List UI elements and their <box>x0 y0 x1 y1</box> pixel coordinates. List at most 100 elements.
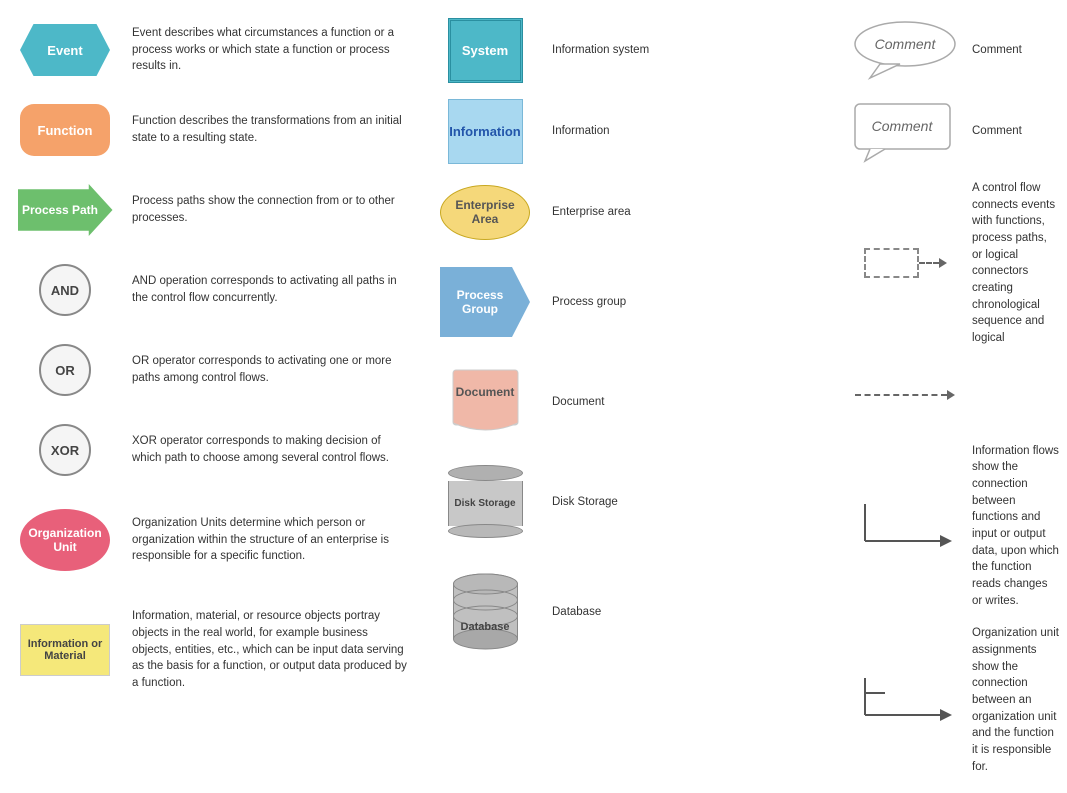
and-shape-container: AND <box>10 264 120 316</box>
column-2: System Information system Information In… <box>420 10 840 783</box>
function-shape: Function <box>20 104 110 156</box>
enterprise-area-shape: Enterprise Area <box>440 185 530 240</box>
legend-row-comment1: Comment Comment <box>840 10 1067 91</box>
disk-storage-shape-container: Disk Storage <box>430 465 540 540</box>
process-path-shape: Process Path <box>18 184 113 236</box>
info-material-shape-container: Information or Material <box>10 624 120 676</box>
legend-row-comment2: Comment Comment <box>840 91 1067 172</box>
process-path-shape-container: Process Path <box>10 184 120 236</box>
or-shape-container: OR <box>10 344 120 396</box>
org-unit-label: Organization Unit <box>24 526 106 554</box>
function-desc: Function describes the transformations f… <box>120 113 410 146</box>
org-flow-svg <box>855 673 955 728</box>
process-group-desc: Process group <box>540 294 830 311</box>
xor-shape: XOR <box>39 424 91 476</box>
document-label: Document <box>456 385 515 399</box>
xor-desc: XOR operator corresponds to making decis… <box>120 433 410 466</box>
database-svg <box>448 570 523 655</box>
info-flow-svg <box>855 499 955 554</box>
svg-text:Comment: Comment <box>872 118 934 134</box>
function-shape-container: Function <box>10 104 120 156</box>
document-svg <box>448 365 523 440</box>
comment1-shape-container: Comment <box>850 18 960 83</box>
information-shape: Information <box>448 99 523 164</box>
legend-container: Event Event describes what circumstances… <box>0 0 1067 793</box>
or-label: OR <box>55 363 75 378</box>
information-label: Information <box>449 124 521 139</box>
dashed-box <box>864 248 919 278</box>
process-path-desc: Process paths show the connection from o… <box>120 193 410 226</box>
legend-row-function: Function Function describes the transfor… <box>0 90 420 170</box>
or-desc: OR operator corresponds to activating on… <box>120 353 410 386</box>
database-desc: Database <box>540 604 830 621</box>
svg-text:Comment: Comment <box>875 36 937 52</box>
dashed-flow-line <box>855 394 947 396</box>
legend-row-or: OR OR operator corresponds to activating… <box>0 330 420 410</box>
org-unit-shape: Organization Unit <box>20 509 110 571</box>
legend-row-xor: XOR XOR operator corresponds to making d… <box>0 410 420 490</box>
legend-row-enterprise-area: Enterprise Area Enterprise area <box>420 172 840 252</box>
legend-row-org-flow: Organization unit assignments show the c… <box>840 617 1067 783</box>
legend-row-dashed-flow <box>840 355 1067 435</box>
system-shape-container: System <box>430 18 540 83</box>
and-desc: AND operation corresponds to activating … <box>120 273 410 306</box>
dashed-line-ext <box>919 262 939 264</box>
dashed-flow-arrowhead <box>947 390 955 400</box>
disk-storage-desc: Disk Storage <box>540 494 830 511</box>
column-1: Event Event describes what circumstances… <box>0 10 420 783</box>
process-group-shape: Process Group <box>440 267 530 337</box>
legend-row-info-flow: Information flows show the connection be… <box>840 435 1067 618</box>
legend-row-database: Database Database <box>420 552 840 672</box>
event-shape-container: Event <box>10 24 120 76</box>
org-unit-desc: Organization Units determine which perso… <box>120 515 410 565</box>
enterprise-area-shape-container: Enterprise Area <box>430 185 540 240</box>
enterprise-area-label: Enterprise Area <box>441 198 529 226</box>
legend-row-document: Document Document <box>420 352 840 452</box>
event-desc: Event describes what circumstances a fun… <box>120 25 410 75</box>
system-label: System <box>462 43 508 58</box>
dashed-flow-arrow <box>855 390 955 400</box>
process-group-shape-container: Process Group <box>430 267 540 337</box>
database-label: Database <box>448 621 523 633</box>
control-flow-box-arrow <box>864 248 947 278</box>
legend-row-process-group: Process Group Process group <box>420 252 840 352</box>
info-flow-arrowhead <box>940 535 952 547</box>
info-flow-shape-container <box>850 499 960 554</box>
org-flow-arrowhead <box>940 709 952 721</box>
enterprise-area-desc: Enterprise area <box>540 204 830 221</box>
info-material-label: Information or Material <box>21 638 109 662</box>
disk-storage-label: Disk Storage <box>454 498 515 509</box>
function-label: Function <box>38 123 93 138</box>
xor-label: XOR <box>51 443 79 458</box>
database-shape-container: Database <box>430 570 540 655</box>
org-flow-desc: Organization unit assignments show the c… <box>960 625 1060 775</box>
xor-shape-container: XOR <box>10 424 120 476</box>
disk-body: Disk Storage <box>448 481 523 526</box>
comment1-svg: Comment <box>850 18 960 83</box>
legend-row-process-path: Process Path Process paths show the conn… <box>0 170 420 250</box>
column-3: Comment Comment Comment Comment <box>840 10 1067 783</box>
dashed-flow-shape-container <box>850 390 960 400</box>
comment2-desc: Comment <box>960 123 1060 140</box>
legend-row-event: Event Event describes what circumstances… <box>0 10 420 90</box>
disk-top <box>448 465 523 481</box>
or-shape: OR <box>39 344 91 396</box>
system-shape: System <box>448 18 523 83</box>
disk-storage-shape: Disk Storage <box>448 465 523 540</box>
legend-row-information: Information Information <box>420 91 840 172</box>
arrow-head-icon <box>939 258 947 268</box>
legend-row-system: System Information system <box>420 10 840 91</box>
process-group-label: Process Group <box>440 288 520 316</box>
information-desc: Information <box>540 123 830 140</box>
disk-bottom <box>448 524 523 538</box>
control-flow-shape-container <box>850 248 960 278</box>
event-shape: Event <box>20 24 110 76</box>
legend-row-control-flow: A control flow connects events with func… <box>840 172 1067 355</box>
org-unit-shape-container: Organization Unit <box>10 509 120 571</box>
document-shape-container: Document <box>430 365 540 440</box>
org-flow-shape-container <box>850 673 960 728</box>
system-desc: Information system <box>540 42 830 59</box>
info-material-shape: Information or Material <box>20 624 110 676</box>
legend-row-org-unit: Organization Unit Organization Units det… <box>0 490 420 590</box>
process-path-label: Process Path <box>22 203 98 217</box>
